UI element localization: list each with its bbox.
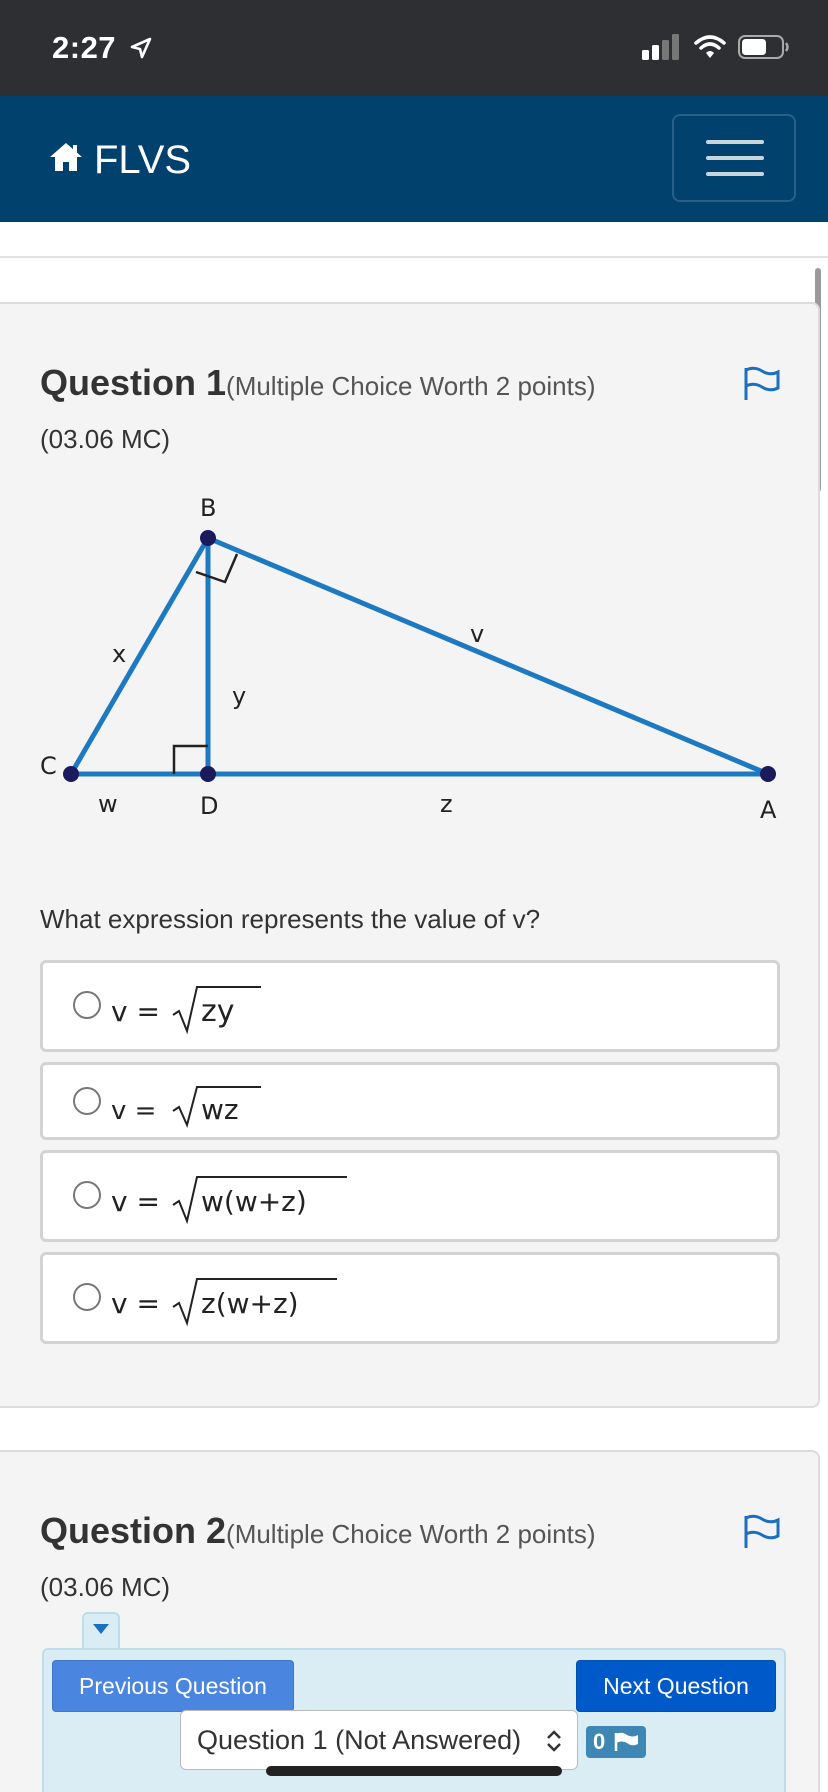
question-prompt: What expression represents the value of … [40,904,541,934]
triangle-diagram: B C D A x y v w z [40,494,777,824]
question-select[interactable]: Question 1 (Not Answered) [180,1710,578,1770]
point-b [200,530,216,546]
question-code: (03.06 MC) [40,424,171,454]
svg-text:wz: wz [201,1093,239,1126]
flagged-count-badge[interactable]: 0 [586,1726,646,1758]
question-title: Question 2(Multiple Choice Worth 2 point… [40,1510,595,1552]
svg-text:z(w+z): z(w+z) [201,1287,299,1320]
status-time: 2:27 [52,30,153,68]
status-icons [642,34,790,65]
hamburger-bar [706,172,764,176]
label-w: w [98,790,118,818]
status-bar: 2:27 [0,0,828,96]
side-x [68,535,211,777]
question-code: (03.06 MC) [40,1572,171,1602]
question-title: Question 1(Multiple Choice Worth 2 point… [40,362,595,404]
previous-question-button[interactable]: Previous Question [52,1660,294,1712]
question-meta: (Multiple Choice Worth 2 points) [226,371,596,401]
question-number: Question 1 [40,362,227,403]
point-c [63,766,79,782]
point-d [200,766,216,782]
label-a: A [760,796,777,824]
label-c: C [40,752,57,780]
radio-button[interactable] [73,1283,101,1311]
clock: 2:27 [52,30,117,65]
svg-text:v =: v = [111,1185,160,1218]
battery-icon [738,34,790,65]
label-v: v [470,620,484,648]
hamburger-bar [706,140,764,144]
location-arrow-icon [129,32,153,68]
answer-option-3[interactable]: v = w(w+z) [40,1150,780,1242]
next-question-button[interactable]: Next Question [576,1660,776,1712]
collapse-panel-toggle[interactable] [82,1612,120,1652]
brand-text: FLVS [94,138,192,182]
label-x: x [112,640,126,668]
navbar: FLVS [0,96,828,222]
label-y: y [232,682,246,710]
divider [0,256,828,258]
home-indicator [266,1766,562,1776]
flag-question-icon[interactable] [742,1514,782,1555]
svg-text:w(w+z): w(w+z) [201,1185,307,1218]
svg-text:v =: v = [111,995,160,1028]
question-number: Question 2 [40,1510,227,1551]
side-v [205,535,771,777]
question-select-value: Question 1 (Not Answered) [197,1725,522,1755]
radio-button[interactable] [73,1087,101,1115]
point-a [760,766,776,782]
flag-question-icon[interactable] [742,366,782,407]
label-b: B [200,494,216,522]
menu-toggle-button[interactable] [672,114,796,202]
math-expression: v = wz [111,1086,261,1129]
answer-option-2[interactable]: v = wz [40,1062,780,1140]
wifi-icon [694,34,726,65]
right-angle-marker-b [195,553,239,584]
svg-text:v =: v = [111,1096,156,1126]
updown-chevron-icon [545,1729,563,1760]
svg-text:zy: zy [201,994,235,1029]
radio-button[interactable] [73,991,101,1019]
math-expression: v = zy [111,986,261,1035]
radio-button[interactable] [73,1181,101,1209]
hamburger-bar [706,156,764,160]
label-z: z [440,790,453,818]
answer-option-4[interactable]: v = z(w+z) [40,1252,780,1344]
brand-home-link[interactable]: FLVS [48,138,191,183]
question-card-1: Question 1(Multiple Choice Worth 2 point… [0,302,820,1408]
label-d: D [200,792,218,820]
home-icon [48,138,94,183]
question-meta: (Multiple Choice Worth 2 points) [226,1519,596,1549]
answer-option-1[interactable]: v = zy [40,960,780,1052]
caret-down-icon [93,1624,109,1634]
svg-text:v =: v = [111,1287,160,1320]
math-expression: v = z(w+z) [111,1278,337,1327]
math-expression: v = w(w+z) [111,1176,347,1225]
flag-icon [614,1732,638,1751]
cellular-signal-icon [642,34,682,65]
flagged-count: 0 [593,1729,606,1754]
